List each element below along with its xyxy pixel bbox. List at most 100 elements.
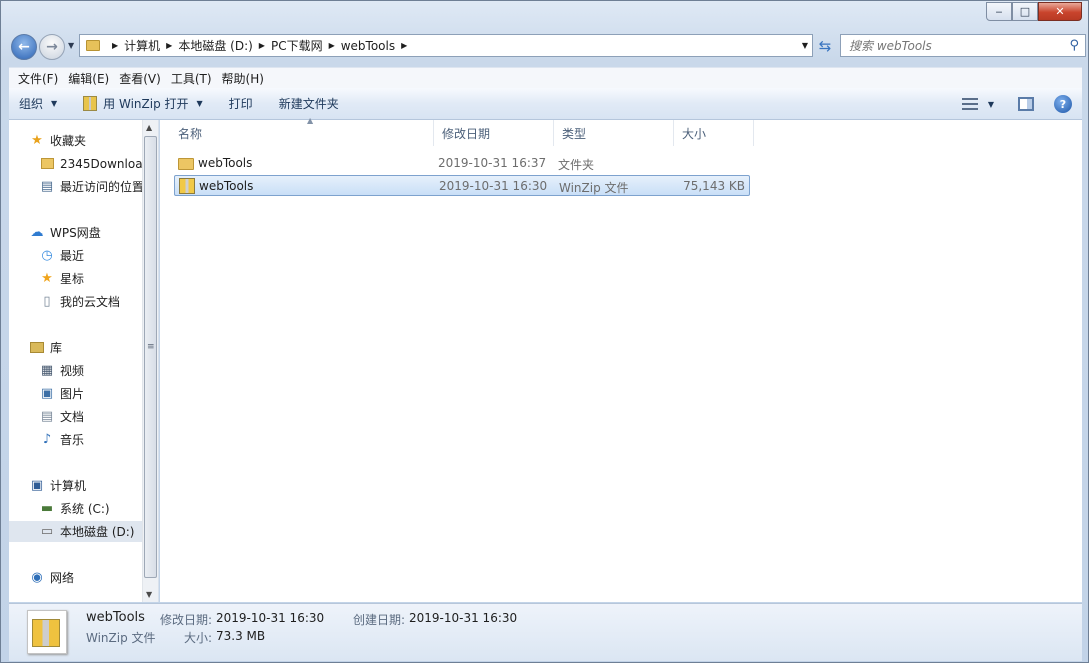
chevron-right-icon[interactable]: ▶: [401, 41, 407, 50]
chevron-right-icon[interactable]: ▶: [329, 41, 335, 50]
column-header-label: 大小: [682, 126, 707, 141]
chevron-right-icon[interactable]: ▶: [112, 41, 118, 50]
nav-item-recent[interactable]: ◷ 最近: [9, 245, 84, 266]
search-icon[interactable]: ⚲: [1069, 38, 1079, 53]
back-button[interactable]: ←: [11, 34, 37, 60]
search-input[interactable]: [849, 38, 1049, 53]
column-header-type[interactable]: 类型: [554, 120, 674, 146]
preview-pane-icon[interactable]: [1018, 97, 1034, 111]
scroll-up-icon[interactable]: ▲: [146, 123, 152, 132]
chevron-down-icon: ▼: [196, 99, 203, 108]
close-button[interactable]: ✕: [1038, 2, 1082, 21]
breadcrumb-drive-d[interactable]: 本地磁盘 (D:): [178, 37, 252, 54]
nav-wps-cloud[interactable]: ☁ WPS网盘: [9, 222, 101, 243]
menu-edit[interactable]: 编辑(E): [63, 70, 114, 87]
nav-label: 文档: [60, 410, 85, 424]
breadcrumb-pc-download[interactable]: PC下载网: [271, 37, 323, 54]
nav-network[interactable]: ◉ 网络: [9, 567, 74, 588]
details-file-name: webTools: [86, 610, 145, 625]
navigation-scrollbar[interactable]: ▲ ≡ ▼: [142, 120, 158, 602]
file-list: 名称 ▲ 修改日期 类型 大小 webTools 2019-10-31 16:3…: [160, 116, 1082, 602]
recent-locations-dropdown[interactable]: ▼: [68, 41, 74, 50]
zip-archive-icon: [27, 610, 67, 654]
help-icon[interactable]: ?: [1054, 95, 1072, 113]
file-row[interactable]: webTools 2019-10-31 16:37 文件夹: [174, 153, 750, 174]
nav-label: 网络: [50, 571, 75, 585]
scroll-down-icon[interactable]: ▼: [146, 590, 152, 599]
nav-item-2345downloads[interactable]: 2345Downloads: [9, 153, 156, 174]
scrollbar-thumb[interactable]: [144, 136, 157, 578]
nav-label: 音乐: [60, 433, 85, 447]
column-header-label: 名称: [178, 126, 203, 141]
nav-favorites[interactable]: ★ 收藏夹: [9, 130, 86, 151]
nav-item-pictures[interactable]: ▣ 图片: [9, 383, 84, 404]
folder-icon: [178, 155, 194, 171]
column-header-name[interactable]: 名称 ▲: [170, 116, 434, 146]
close-icon: ✕: [1055, 5, 1065, 18]
music-note-icon: ♪: [42, 432, 52, 447]
menu-bar: 文件(F) 编辑(E) 查看(V) 工具(T) 帮助(H): [9, 67, 1082, 88]
menu-file[interactable]: 文件(F): [13, 70, 63, 87]
organize-button[interactable]: 组织 ▼: [19, 95, 57, 112]
computer-icon: ▣: [30, 478, 44, 493]
nav-label: 计算机: [50, 479, 87, 493]
chevron-down-icon: ▼: [51, 99, 58, 108]
change-view-icon[interactable]: [961, 98, 978, 110]
file-date: 2019-10-31 16:37: [438, 156, 547, 170]
nav-label: 库: [50, 341, 63, 355]
print-label: 打印: [228, 97, 253, 111]
address-dropdown-icon[interactable]: ▼: [802, 41, 808, 50]
nav-item-videos[interactable]: ▦ 视频: [9, 360, 84, 381]
nav-item-starred[interactable]: ★ 星标: [9, 268, 84, 289]
scrollbar-grip-icon: ≡: [147, 342, 155, 352]
details-size-value: 73.3 MB: [216, 629, 266, 643]
search-box[interactable]: ⚲: [840, 34, 1086, 57]
nav-label: 最近访问的位置: [60, 180, 145, 194]
details-pane: webTools WinZip 文件 修改日期: 2019-10-31 16:3…: [9, 603, 1082, 661]
open-with-winzip-button[interactable]: 用 WinZip 打开 ▼: [83, 95, 203, 112]
arrow-right-icon: →: [46, 39, 58, 55]
network-icon: ◉: [31, 570, 43, 585]
refresh-button[interactable]: ⇆: [814, 34, 836, 57]
view-controls: ▼ ?: [961, 95, 1072, 113]
nav-item-music[interactable]: ♪ 音乐: [9, 429, 84, 450]
menu-tools[interactable]: 工具(T): [166, 70, 217, 87]
chevron-right-icon[interactable]: ▶: [166, 41, 172, 50]
sort-ascending-icon: ▲: [307, 116, 314, 125]
new-folder-button[interactable]: 新建文件夹: [279, 95, 339, 112]
view-options-dropdown[interactable]: ▼: [988, 100, 994, 109]
star-icon: ★: [31, 133, 43, 148]
command-bar: 组织 ▼ 用 WinZip 打开 ▼ 打印 新建文件夹 ▼ ?: [9, 88, 1082, 120]
menu-view[interactable]: 查看(V): [114, 70, 166, 87]
library-icon: [29, 340, 45, 356]
file-row-selected[interactable]: webTools 2019-10-31 16:30 WinZip 文件 75,1…: [174, 175, 750, 196]
details-file-type: WinZip 文件: [86, 631, 156, 645]
maximize-button[interactable]: □: [1012, 2, 1038, 21]
nav-item-drive-c[interactable]: ▬ 系统 (C:): [9, 498, 110, 519]
chevron-right-icon[interactable]: ▶: [259, 41, 265, 50]
file-size: 75,143 KB: [683, 179, 745, 193]
column-header-size[interactable]: 大小: [674, 120, 754, 146]
file-name: webTools: [199, 179, 254, 193]
nav-item-recent-places[interactable]: ▤ 最近访问的位置: [9, 176, 144, 197]
print-button[interactable]: 打印: [229, 95, 253, 112]
details-modified-value: 2019-10-31 16:30: [216, 611, 325, 625]
minimize-button[interactable]: ‒: [986, 2, 1012, 21]
nav-computer[interactable]: ▣ 计算机: [9, 475, 86, 496]
address-bar[interactable]: ▶ 计算机 ▶ 本地磁盘 (D:) ▶ PC下载网 ▶ webTools ▶ ▼: [79, 34, 813, 57]
nav-libraries[interactable]: 库: [9, 337, 62, 358]
file-date: 2019-10-31 16:30: [439, 179, 548, 193]
clock-icon: ◷: [41, 248, 53, 263]
details-created-value: 2019-10-31 16:30: [409, 611, 518, 625]
nav-item-my-cloud-docs[interactable]: ▯ 我的云文档: [9, 291, 120, 312]
menu-help[interactable]: 帮助(H): [217, 70, 269, 87]
breadcrumb-webtools[interactable]: webTools: [341, 39, 395, 53]
film-icon: ▦: [40, 363, 54, 378]
refresh-icon: ⇆: [818, 36, 832, 55]
nav-item-documents[interactable]: ▤ 文档: [9, 406, 84, 427]
nav-item-drive-d[interactable]: ▭ 本地磁盘 (D:): [9, 521, 143, 542]
column-header-date[interactable]: 修改日期: [434, 120, 554, 146]
file-type: 文件夹: [558, 158, 595, 172]
forward-button[interactable]: →: [39, 34, 65, 60]
breadcrumb-computer[interactable]: 计算机: [124, 37, 160, 54]
